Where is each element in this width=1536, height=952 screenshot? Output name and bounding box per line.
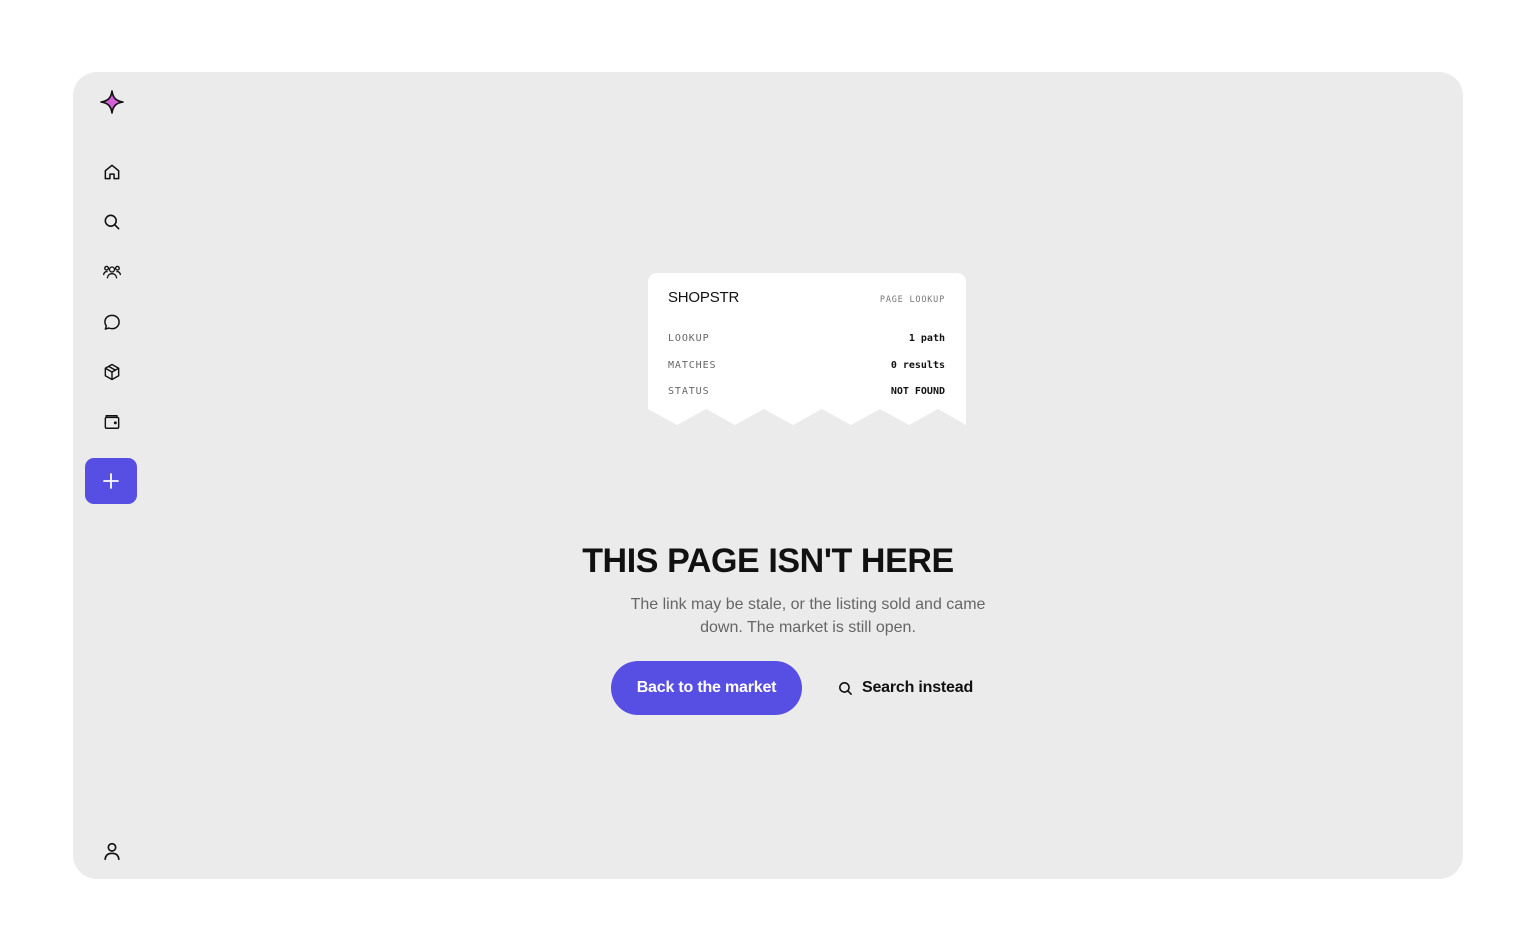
nav-messages[interactable] xyxy=(97,307,127,337)
receipt-row-value: 1 path xyxy=(908,333,945,344)
nav-home[interactable] xyxy=(97,157,127,187)
nav-community[interactable] xyxy=(97,257,127,287)
search-icon xyxy=(104,214,120,230)
receipt-brand: SHOPSTR xyxy=(668,289,740,306)
community-icon xyxy=(103,265,122,279)
nav-orders[interactable] xyxy=(97,357,127,387)
receipt-row-key: LOOKUP xyxy=(668,333,710,344)
search-icon xyxy=(839,681,852,695)
receipt-tag: PAGE LOOKUP xyxy=(879,295,945,305)
plus-icon xyxy=(103,473,119,489)
chat-icon xyxy=(104,314,120,330)
page-title: THIS PAGE ISN'T HERE xyxy=(582,542,954,580)
search-instead-label: Search instead xyxy=(862,679,974,696)
receipt-row-key: MATCHES xyxy=(668,359,717,371)
add-listing-button[interactable] xyxy=(85,458,137,504)
app-window: SHOPSTR PAGE LOOKUP LOOKUP 1 path MATCHE… xyxy=(73,72,1463,879)
user-icon xyxy=(104,842,120,861)
receipt-row: MATCHES 0 results xyxy=(668,360,945,387)
nav-wallet[interactable] xyxy=(97,407,127,437)
lookup-receipt: SHOPSTR PAGE LOOKUP LOOKUP 1 path MATCHE… xyxy=(648,273,966,425)
profile-button[interactable] xyxy=(97,836,127,866)
search-instead-button[interactable]: Search instead xyxy=(837,672,973,704)
nav-search[interactable] xyxy=(97,207,127,237)
package-icon xyxy=(104,363,120,381)
receipt-row-value: 0 results xyxy=(890,359,945,371)
back-to-market-button[interactable]: Back to the market xyxy=(611,661,802,715)
receipt-row: LOOKUP 1 path xyxy=(668,333,945,360)
wallet-icon xyxy=(104,415,120,429)
home-icon xyxy=(104,164,120,180)
receipt-row: STATUS NOT FOUND xyxy=(668,386,945,413)
page-subtitle: The link may be stale, or the listing so… xyxy=(630,596,986,636)
receipt-row-key: STATUS xyxy=(668,386,710,397)
receipt-row-value: NOT FOUND xyxy=(890,386,945,397)
sparkle-icon[interactable] xyxy=(99,89,125,115)
